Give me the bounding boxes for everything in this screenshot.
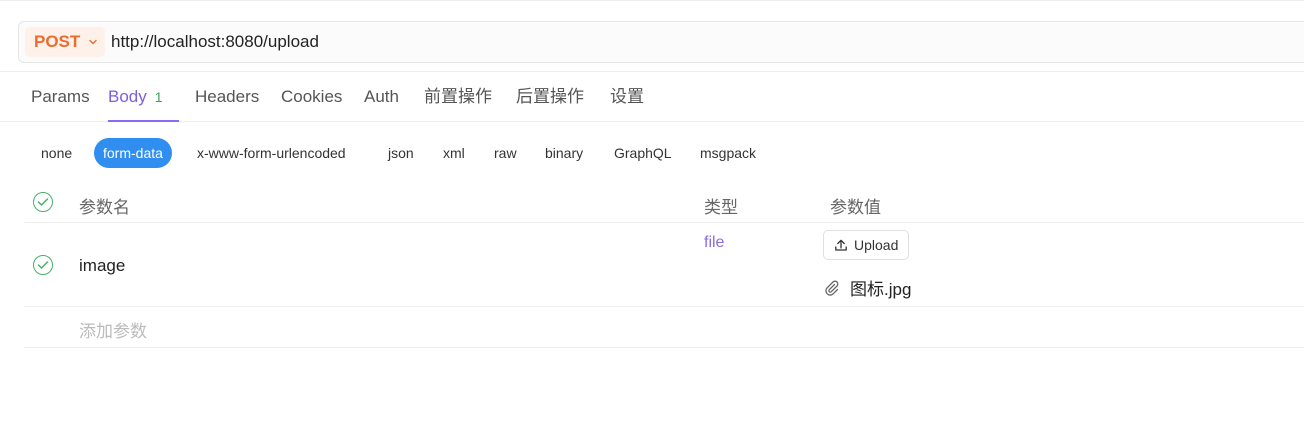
tab-params[interactable]: Params (31, 72, 90, 122)
tab-label: Body (108, 87, 147, 106)
attached-file[interactable]: 图标.jpg (824, 275, 911, 300)
tab-cookies[interactable]: Cookies (281, 72, 342, 122)
url-bar: POST http://localhost:8080/upload (18, 21, 1304, 63)
upload-button[interactable]: Upload (823, 230, 910, 260)
check-icon (37, 198, 49, 206)
chevron-down-icon (88, 37, 98, 47)
header-param-value: 参数值 (830, 198, 881, 217)
select-all-checkbox[interactable] (33, 192, 53, 212)
tab-post-operations[interactable]: 后置操作 (516, 72, 584, 122)
body-type-graphql[interactable]: GraphQL (614, 138, 672, 168)
table-row: image file Upload 图标.jpg (24, 223, 1304, 307)
body-type-binary[interactable]: binary (545, 138, 583, 168)
header-param-name: 参数名 (79, 198, 130, 217)
upload-icon (834, 238, 848, 252)
url-input[interactable]: http://localhost:8080/upload (111, 32, 319, 52)
tab-badge: 1 (154, 89, 163, 105)
add-param-input[interactable]: 添加参数 (79, 317, 147, 342)
tab-settings[interactable]: 设置 (610, 72, 644, 122)
body-type-selector: none form-data x-www-form-urlencoded jso… (0, 138, 1304, 168)
param-name-field[interactable]: image (79, 256, 125, 276)
body-type-json[interactable]: json (388, 138, 414, 168)
tab-pre-operations[interactable]: 前置操作 (424, 72, 492, 122)
method-select[interactable]: POST (25, 27, 105, 57)
body-type-none[interactable]: none (41, 138, 72, 168)
request-bar: POST http://localhost:8080/upload (0, 0, 1304, 72)
method-label: POST (34, 32, 81, 51)
file-name: 图标.jpg (850, 280, 912, 299)
tab-auth[interactable]: Auth (364, 72, 399, 122)
tab-headers[interactable]: Headers (195, 72, 259, 122)
check-icon (37, 261, 49, 269)
body-type-xml[interactable]: xml (443, 138, 465, 168)
table-header: 参数名 类型 参数值 (24, 182, 1304, 223)
header-type: 类型 (704, 198, 738, 217)
active-tab-indicator (108, 120, 179, 122)
body-type-form-data[interactable]: form-data (94, 138, 172, 168)
upload-label: Upload (854, 237, 899, 253)
body-type-urlencoded[interactable]: x-www-form-urlencoded (197, 138, 346, 168)
add-param-row: 添加参数 (24, 307, 1304, 348)
paperclip-icon (824, 280, 840, 296)
tab-body[interactable]: Body 1 (108, 72, 163, 122)
request-tabs: Params Body 1 Headers Cookies Auth 前置操作 后… (0, 72, 1304, 122)
body-type-raw[interactable]: raw (494, 138, 517, 168)
param-type-select[interactable]: file (704, 234, 724, 252)
body-type-msgpack[interactable]: msgpack (700, 138, 756, 168)
row-checkbox[interactable] (33, 255, 53, 275)
